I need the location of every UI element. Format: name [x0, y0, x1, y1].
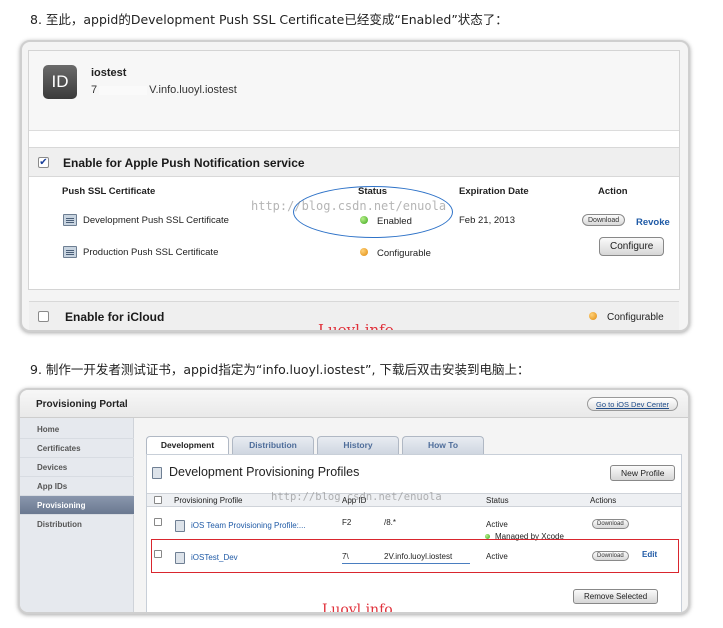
app-id-suffix: 2V.info.luoyl.iostest — [384, 552, 453, 561]
step-8-caption: 8. 至此，appid的Development Push SSL Certifi… — [30, 12, 508, 27]
portal-sidebar: Home Certificates Devices App IDs Provis… — [20, 418, 134, 612]
select-all-checkbox[interactable] — [154, 496, 162, 504]
app-id-suffix: V.info.luoyl.iostest — [149, 84, 237, 96]
profile-status: Active — [486, 552, 508, 561]
blog-watermark: http://blog.csdn.net/enuola — [251, 199, 447, 213]
app-id-underline — [342, 563, 470, 564]
revoke-link[interactable]: Revoke — [636, 217, 670, 228]
configure-button[interactable]: Configure — [599, 237, 665, 256]
app-id-prefix: 7\ — [342, 552, 349, 561]
app-id-panel: ID iostest 7 V.info.luoyl.iostest ✔ Enabl… — [28, 50, 680, 330]
icloud-status: Configurable — [607, 312, 664, 323]
app-id-suffix: /8.* — [384, 518, 397, 527]
col-status: Status — [486, 496, 509, 505]
col-header-cert: Push SSL Certificate — [62, 186, 156, 197]
profile-link[interactable]: iOSTest_Dev — [191, 553, 238, 562]
col-header-action: Action — [598, 186, 628, 197]
dev-push-cert-expiration: Feb 21, 2013 — [459, 215, 515, 226]
push-enable-checkbox[interactable]: ✔ — [38, 157, 49, 168]
prod-push-cert-name: Production Push SSL Certificate — [83, 247, 219, 258]
sidebar-item-certificates[interactable]: Certificates — [20, 439, 134, 458]
push-service-row: ✔ Enable for Apple Push Notification ser… — [29, 147, 679, 177]
dev-push-cert-name: Development Push SSL Certificate — [83, 215, 229, 226]
sidebar-item-distribution[interactable]: Distribution — [20, 515, 134, 534]
profile-icon — [175, 520, 185, 532]
download-button[interactable]: Download — [592, 551, 629, 561]
provisioning-portal-screenshot: Provisioning Portal Go to iOS Dev Center… — [18, 388, 690, 614]
profiles-section-title: Development Provisioning Profiles — [169, 465, 360, 479]
profile-icon — [175, 552, 185, 564]
tab-distribution[interactable]: Distribution — [232, 436, 314, 454]
icloud-enable-checkbox[interactable] — [38, 311, 49, 322]
profiles-panel: Development Provisioning Profiles New Pr… — [146, 454, 682, 612]
col-profile: Provisioning Profile — [174, 496, 243, 505]
push-enable-label: Enable for Apple Push Notification servi… — [63, 156, 305, 170]
redaction — [99, 85, 148, 95]
app-header: ID iostest 7 V.info.luoyl.iostest — [29, 51, 679, 131]
sidebar-item-app-ids[interactable]: App IDs — [20, 477, 134, 496]
col-actions: Actions — [590, 496, 617, 505]
blog-watermark: http://blog.csdn.net/enuola — [271, 491, 442, 503]
row-checkbox[interactable] — [154, 550, 162, 558]
luoyl-watermark: Luoyl.info — [318, 321, 394, 332]
step-9-caption: 9. 制作一开发者测试证书，appid指定为“info.luoyl.iostes… — [30, 362, 530, 377]
new-profile-button[interactable]: New Profile — [610, 465, 676, 481]
app-id-icon: ID — [43, 65, 77, 99]
prod-push-cert-status: Configurable — [377, 248, 431, 259]
certificate-icon — [63, 246, 77, 258]
portal-header: Provisioning Portal Go to iOS Dev Center — [20, 390, 688, 418]
tab-development[interactable]: Development — [146, 436, 229, 454]
sidebar-item-devices[interactable]: Devices — [20, 458, 134, 477]
profile-status: Active — [486, 520, 508, 529]
app-id-prefix: F2 — [342, 518, 352, 527]
col-header-expiration: Expiration Date — [459, 186, 529, 197]
redaction — [354, 518, 380, 527]
app-bundle-id: 7 V.info.luoyl.iostest — [91, 84, 237, 96]
row-checkbox[interactable] — [154, 518, 162, 526]
portal-title: Provisioning Portal — [36, 399, 128, 410]
dev-center-button[interactable]: Go to iOS Dev Center — [587, 397, 678, 411]
tab-history[interactable]: History — [317, 436, 399, 454]
sidebar-item-provisioning[interactable]: Provisioning — [20, 496, 134, 515]
certificate-icon — [63, 214, 77, 226]
app-name: iostest — [91, 67, 127, 79]
tab-how-to[interactable]: How To — [402, 436, 484, 454]
sidebar-item-home[interactable]: Home — [20, 420, 134, 439]
icloud-enable-label: Enable for iCloud — [65, 310, 165, 324]
app-id-config-screenshot: ID iostest 7 V.info.luoyl.iostest ✔ Enabl… — [20, 40, 690, 332]
luoyl-watermark: Luoyl.info — [322, 602, 393, 614]
status-configurable-icon — [360, 248, 368, 256]
download-button[interactable]: Download — [582, 214, 626, 226]
profile-link[interactable]: iOS Team Provisioning Profile:... — [191, 521, 306, 530]
app-id-prefix: 7 — [91, 84, 98, 96]
icloud-status-icon — [589, 312, 597, 320]
download-button[interactable]: Download — [592, 519, 629, 529]
profile-icon — [152, 467, 162, 479]
edit-link[interactable]: Edit — [642, 550, 657, 559]
remove-selected-button[interactable]: Remove Selected — [573, 589, 659, 604]
